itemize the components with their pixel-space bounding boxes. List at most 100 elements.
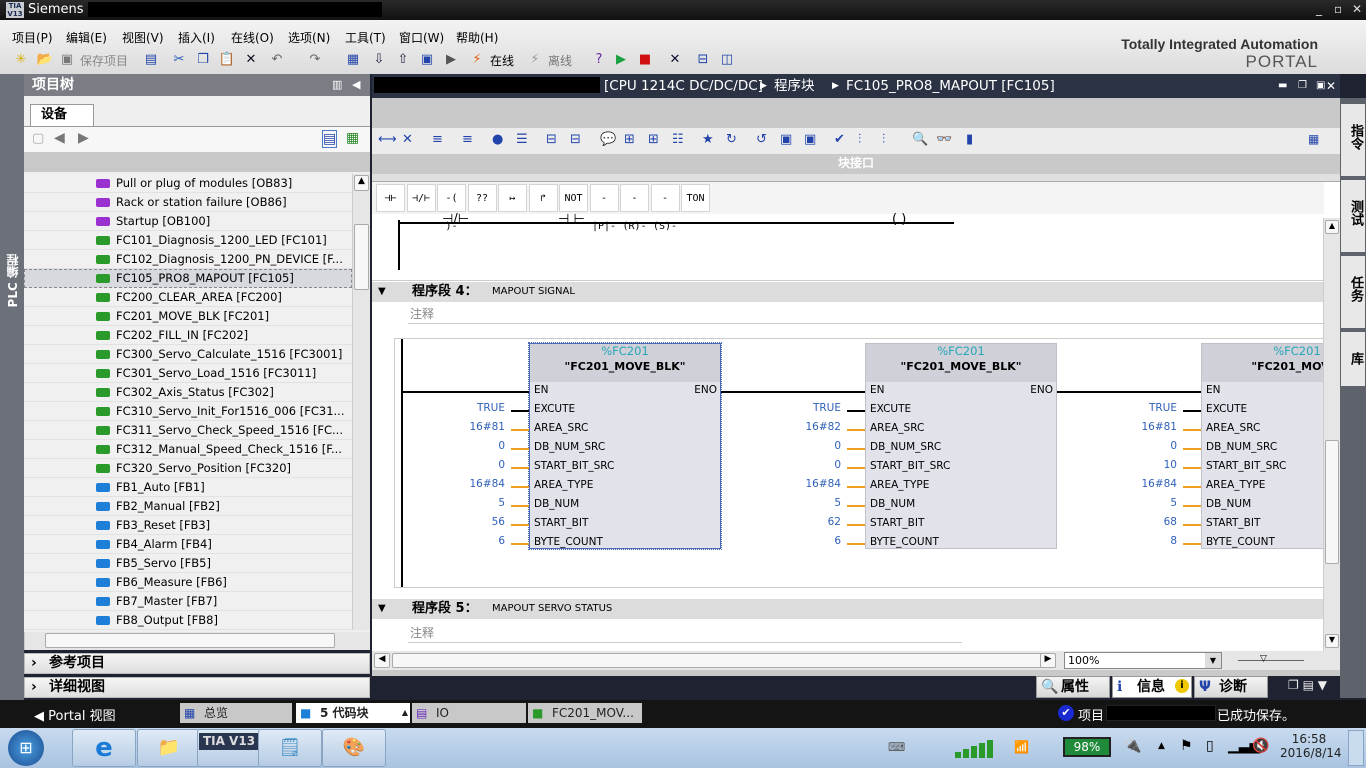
pin-value[interactable]: 8 [1117,535,1177,547]
coil-icon[interactable]: ( ) [892,212,906,227]
tree-item[interactable]: FC202_FILL_IN [FC202] [24,326,352,345]
zoom-slider-handle[interactable]: ▽ [1260,654,1267,664]
instruction-button[interactable]: ⊣⊢ [376,184,405,212]
pin-value[interactable]: 62 [781,516,841,528]
tree-item[interactable]: FC302_Axis_Status [FC302] [24,383,352,402]
signal-strength-icon[interactable] [955,738,999,758]
internet-explorer-icon[interactable]: e [72,729,136,767]
pin-value[interactable]: 0 [1117,440,1177,452]
go-online-icon[interactable]: ⚡ [468,51,486,69]
back-icon[interactable]: ◀ [54,130,65,146]
menu-project[interactable]: 项目(P) [12,29,53,46]
tree-vertical-scrollbar[interactable]: ▲ [352,174,370,630]
pin-value[interactable]: 0 [445,459,505,471]
tree-item[interactable]: FB1_Auto [FB1] [24,478,352,497]
network-5-comment[interactable]: 注释 [408,623,962,643]
maximize-button[interactable]: ▫ [1334,2,1342,16]
pin-value[interactable]: 0 [781,440,841,452]
tree-item[interactable]: FB3_Reset [FB3] [24,516,352,535]
network-4-header[interactable]: ▼ 程序段 4： MAPOUT SIGNAL [372,282,1324,302]
close-button[interactable]: ✕ [1352,2,1362,16]
indent-icon[interactable]: ⫶ [858,132,861,147]
add-row-icon[interactable]: ≡ [462,132,473,147]
menu-insert[interactable]: 插入(I) [178,29,215,46]
scroll-thumb[interactable] [1325,440,1339,564]
go-to-next-error-icon[interactable]: ✔ [834,132,845,147]
block-interface-bar[interactable]: 块接口 [372,154,1340,174]
h-scroll-thumb[interactable] [45,633,335,648]
battery-indicator[interactable]: 98% [1063,737,1111,757]
instruction-button[interactable]: ↦ [498,184,527,212]
delete-network-icon[interactable]: ✕ [402,132,413,147]
tree-item[interactable]: FB4_Alarm [FB4] [24,535,352,554]
task-card-testing[interactable]: 测试 [1341,180,1365,252]
upload-icon[interactable]: ⇧ [394,51,412,69]
clock[interactable]: 16:58 2016/8/14 [1280,732,1342,760]
download-icon[interactable]: ⇩ [370,51,388,69]
tree-item[interactable]: FC105_PRO8_MAPOUT [FC105] [24,269,352,288]
tree-item[interactable]: FC201_MOVE_BLK [FC201] [24,307,352,326]
tab-io[interactable]: ▤ IO [412,703,526,723]
action-center-flag-icon[interactable]: ⚑ [1180,738,1193,754]
table-view-icon[interactable]: ▦ [346,130,359,146]
collapse-networks-icon[interactable]: ⊟ [570,132,581,147]
editor-restore-icon[interactable]: ❐ [1298,74,1307,98]
tree-horizontal-scrollbar[interactable] [24,632,370,650]
tree-item[interactable]: FB2_Manual [FB2] [24,497,352,516]
instruction-button[interactable]: TON [681,184,710,212]
split-horizontal-icon[interactable]: ⊟ [694,51,712,69]
pin-value[interactable]: 16#82 [781,421,841,433]
settings-icon[interactable]: ▦ [1308,132,1319,146]
menu-options[interactable]: 选项(N) [288,29,330,46]
open-project-icon[interactable]: 📂 [36,51,54,69]
go-offline-button[interactable]: 离线 [548,52,572,69]
tab-info[interactable]: ℹ 信息 i [1112,676,1192,698]
details-view-section[interactable]: › 详细视图 [24,677,370,698]
instruction-button[interactable]: -(S)- [650,184,680,232]
expand-networks-icon[interactable]: ⊟ [546,132,557,147]
instruction-button[interactable]: ?? [467,184,497,212]
editor-minimize-icon[interactable]: ▬ [1278,74,1287,98]
paste-icon[interactable]: 📋 [218,51,236,69]
outdent-icon[interactable]: ⫶ [882,132,885,147]
cross-reference-icon[interactable]: ✕ [666,51,684,69]
tree-item[interactable]: FC311_Servo_Check_Speed_1516 [FC... [24,421,352,440]
go-offline-icon[interactable]: ⚡ [526,51,544,69]
pin-value[interactable]: 16#84 [445,478,505,490]
scroll-thumb[interactable] [354,224,369,290]
portal-view-button[interactable]: ◀ Portal 视图 [34,705,116,724]
tree-item[interactable]: FC200_CLEAR_AREA [FC200] [24,288,352,307]
instruction-button[interactable]: -|P|- [589,184,619,232]
keyboard-icon[interactable]: ⌨ [888,740,905,754]
pin-value[interactable]: 5 [781,497,841,509]
volume-muted-icon[interactable]: 🔇 [1252,738,1269,754]
reference-projects-section[interactable]: › 参考项目 [24,653,370,674]
editor-vertical-scrollbar[interactable]: ▲ ▼ [1323,218,1340,651]
close-all-blocks-icon[interactable]: ↻ [726,132,737,147]
go-online-button[interactable]: 在线 [490,52,514,69]
collapse-panel-icon[interactable]: ◀ [352,74,360,96]
comments-icon[interactable]: 💬 [600,132,616,147]
contact-nc-icon[interactable]: ⊣/⊢ [442,212,469,227]
interface-splitter[interactable] [372,174,1340,182]
contact-no-icon[interactable]: ⊣ ⊢ [558,212,585,227]
task-card-instructions[interactable]: 指令 [1341,104,1365,176]
paint-icon[interactable]: 🎨 [322,729,386,767]
menu-tools[interactable]: 工具(T) [345,29,386,46]
fc201-block-box[interactable]: %FC201 "FC201_MOVE_BLK" ENO EN EXCUTE AREA_SR… [528,342,722,550]
save-icon[interactable]: ▣ [58,51,76,69]
plc-programming-strip[interactable]: PLC 编程 [0,74,24,700]
tree-item[interactable]: FC320_Servo_Position [FC320] [24,459,352,478]
scroll-left-icon[interactable]: ◀ [374,653,390,668]
pin-value[interactable]: 16#81 [1117,421,1177,433]
menu-help[interactable]: 帮助(H) [456,29,498,46]
pin-value[interactable]: TRUE [781,402,841,414]
network-4-comment[interactable]: 注释 [408,304,1324,324]
show-hidden-icons[interactable]: ▲ [1158,741,1165,751]
network-5-header[interactable]: ▼ 程序段 5： MAPOUT SERVO STATUS [372,599,1324,619]
stop-cpu-icon[interactable]: ■ [636,51,654,69]
fc201-block-box[interactable]: %FC201 "FC201_MOVE_BLK" ENO EN EXCUTE AREA_SR… [865,343,1057,549]
h-scroll-thumb[interactable] [392,653,1056,668]
pin-value[interactable]: 5 [1117,497,1177,509]
task-card-libraries[interactable]: 库 [1341,332,1365,386]
